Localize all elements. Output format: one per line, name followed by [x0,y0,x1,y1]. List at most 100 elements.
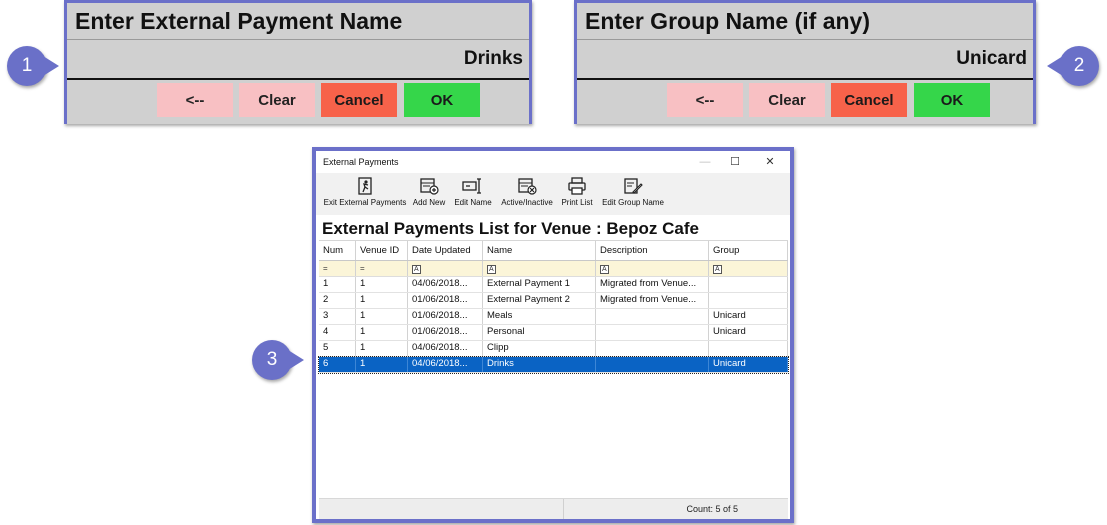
print-list-button[interactable]: Print List [559,173,595,215]
callout-number: 1 [21,55,33,76]
toolbar-label: Edit Group Name [602,198,664,207]
column-header-venue-id[interactable]: Venue ID [356,241,408,260]
cell-num: 2 [319,293,356,308]
text-filter-icon: A [600,265,609,274]
deactivate-icon [518,178,537,195]
column-header-name[interactable]: Name [483,241,596,260]
backspace-button[interactable]: <-- [157,83,233,117]
filter-cell[interactable]: = [356,261,408,276]
toolbar-label: Add New [412,198,446,207]
cell-date-updated: 04/06/2018... [408,341,483,356]
text-filter-icon: A [487,265,496,274]
cell-num: 6 [319,357,356,372]
grid-header-row: Num Venue ID Date Updated Name Descripti… [319,240,788,261]
cell-num: 1 [319,277,356,292]
cell-num: 5 [319,341,356,356]
cell-venue-id: 1 [356,309,408,324]
cell-group: Unicard [709,357,788,372]
list-heading: External Payments List for Venue : Bepoz… [322,219,699,238]
group-name-dialog: Enter Group Name (if any) Unicard <-- Cl… [574,0,1036,124]
clear-button[interactable]: Clear [749,83,825,117]
cell-name: Drinks [483,357,596,372]
toolbar: Exit External Payments Add New Edit Name [316,173,790,215]
maximize-icon[interactable]: ☐ [722,153,748,171]
cell-venue-id: 1 [356,341,408,356]
cell-date-updated: 04/06/2018... [408,277,483,292]
filter-cell[interactable]: A [709,261,788,276]
equals-filter-icon: = [323,264,328,273]
table-row[interactable]: 5 1 04/06/2018... Clipp [319,341,788,357]
selected-table-row[interactable]: 6 1 04/06/2018... Drinks Unicard [318,356,789,374]
payment-name-input[interactable]: Drinks [67,40,529,80]
text-filter-icon: A [412,265,421,274]
minimize-icon[interactable]: — [692,153,718,171]
group-name-input[interactable]: Unicard [577,40,1033,80]
cell-description [596,325,709,340]
dialog-prompt: Enter External Payment Name [67,3,529,40]
filter-cell[interactable]: A [408,261,483,276]
exit-icon [358,177,372,195]
toolbar-label: Print List [561,198,593,207]
keypad-button-row: <-- Clear Cancel OK [67,80,529,124]
external-payments-window: External Payments — ☐ ✕ Exit External Pa… [312,147,794,523]
toolbar-label: Edit Name [454,198,492,207]
close-icon[interactable]: ✕ [757,153,783,171]
cell-date-updated: 04/06/2018... [408,357,483,372]
cell-name: External Payment 2 [483,293,596,308]
column-header-group[interactable]: Group [709,241,788,260]
cell-name: Meals [483,309,596,324]
clear-button[interactable]: Clear [239,83,315,117]
status-divider [563,499,564,519]
exit-external-payments-button[interactable]: Exit External Payments [320,173,410,215]
callout-badge-2: 2 [1047,46,1099,86]
active-inactive-button[interactable]: Active/Inactive [498,173,556,215]
cell-date-updated: 01/06/2018... [408,293,483,308]
ok-button[interactable]: OK [404,83,480,117]
cell-group [709,277,788,292]
cell-name: Personal [483,325,596,340]
cell-num: 4 [319,325,356,340]
cell-group: Unicard [709,309,788,324]
cell-group [709,293,788,308]
table-row[interactable]: 2 1 01/06/2018... External Payment 2 Mig… [319,293,788,309]
edit-name-icon [462,178,481,194]
ok-button[interactable]: OK [914,83,990,117]
table-row[interactable]: 1 1 04/06/2018... External Payment 1 Mig… [319,277,788,293]
dialog-prompt: Enter Group Name (if any) [577,3,1033,40]
status-bar: Count: 5 of 5 [319,498,788,519]
cell-venue-id: 1 [356,325,408,340]
column-header-description[interactable]: Description [596,241,709,260]
table-row[interactable]: 4 1 01/06/2018... Personal Unicard [319,325,788,341]
cell-date-updated: 01/06/2018... [408,325,483,340]
filter-cell[interactable]: = [319,261,356,276]
table-row[interactable]: 3 1 01/06/2018... Meals Unicard [319,309,788,325]
cell-venue-id: 1 [356,357,408,372]
callout-number: 3 [266,349,278,370]
backspace-button[interactable]: <-- [667,83,743,117]
payments-grid: Num Venue ID Date Updated Name Descripti… [318,240,789,374]
equals-filter-icon: = [360,264,365,273]
filter-cell[interactable]: A [596,261,709,276]
keypad-button-row: <-- Clear Cancel OK [577,80,1033,124]
add-new-button[interactable]: Add New [410,173,448,215]
edit-group-icon [624,178,643,194]
cell-description [596,357,709,372]
filter-cell[interactable]: A [483,261,596,276]
cancel-button[interactable]: Cancel [321,83,397,117]
cell-description [596,309,709,324]
cell-group [709,341,788,356]
cell-name: Clipp [483,341,596,356]
column-header-date-updated[interactable]: Date Updated [408,241,483,260]
column-header-num[interactable]: Num [319,241,356,260]
cell-date-updated: 01/06/2018... [408,309,483,324]
edit-name-button[interactable]: Edit Name [452,173,494,215]
cell-description: Migrated from Venue... [596,277,709,292]
title-bar: External Payments — ☐ ✕ [316,151,790,173]
filter-row: = = A A A A [319,261,788,277]
cell-description [596,341,709,356]
cancel-button[interactable]: Cancel [831,83,907,117]
text-filter-icon: A [713,265,722,274]
edit-group-name-button[interactable]: Edit Group Name [598,173,668,215]
cell-venue-id: 1 [356,293,408,308]
cell-name: External Payment 1 [483,277,596,292]
